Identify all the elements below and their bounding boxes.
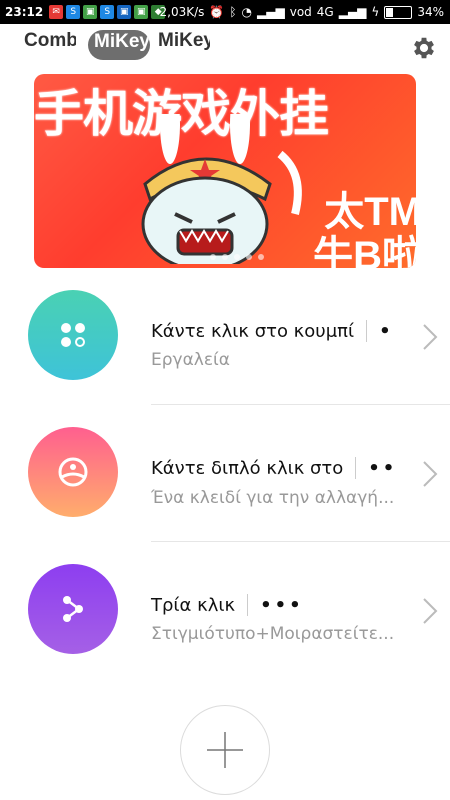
status-time: 23:12 [5,5,44,19]
app-icon: ▣ [83,5,98,19]
promo-banner[interactable]: 手机游戏外挂 太TM 牛B啦 [34,74,416,268]
battery-percent: 34% [417,5,444,19]
signal-icon: ▂▄▆ [257,5,285,19]
gear-icon[interactable] [410,34,438,62]
notification-icons: ✉ S ▣ S ▣ ▣ ◆ [49,5,166,19]
chevron-right-icon [423,324,438,350]
switch-icon-circle [28,427,118,517]
banner-side-line2: 牛B啦 [313,234,416,268]
mail-icon: ✉ [49,5,64,19]
share-icon [63,596,83,622]
status-bar: 23:12 ✉ S ▣ S ▣ ▣ ◆ 2,03K/s ⏰ ᛒ ◔ ▂▄▆ vo… [0,0,450,24]
item-subtitle: Στιγμιότυπο+Μοιραστείτε... [151,624,395,644]
share-icon-circle [28,564,118,654]
tab-mikey[interactable]: MiKey [158,30,210,72]
battery-fill [386,7,394,17]
title-divider [247,594,249,616]
app-icon: ▣ [117,5,132,19]
item-subtitle: Εργαλεία [151,350,231,370]
carrier: vod [289,5,312,19]
title-divider [355,457,357,479]
tools-icon-circle [28,290,118,380]
banner-side-text: 太TM 牛B啦 [313,190,416,268]
carousel-dot [222,254,228,260]
alarm-icon: ⏰ [209,5,225,19]
list-item-single-click[interactable]: Κάντε κλικ στο κουμπί • Εργαλεία [0,268,450,405]
item-title-row: Κάντε διπλό κλικ στο •• [151,457,397,479]
list-item-triple-click[interactable]: Τρία κλικ ••• Στιγμιότυπο+Μοιραστείτε... [0,542,450,678]
signal-icon: ▂▄▆ [338,5,367,19]
grid-dots-icon [61,323,85,347]
carousel-dots [210,254,264,260]
tab-mikey-active[interactable]: MiKey [88,30,150,60]
item-title-row: Κάντε κλικ στο κουμπί • [151,320,394,342]
wifi-icon: ◔ [241,5,253,19]
click-dots: ••• [260,594,304,616]
banner-side-line1: 太TM [324,190,416,234]
carousel-dot [258,254,264,260]
skype-icon: S [66,5,81,19]
network-speed: 2,03K/s [159,5,205,19]
item-title: Κάντε κλικ στο κουμπί [151,320,355,342]
skype-icon: S [100,5,115,19]
list-item-double-click[interactable]: Κάντε διπλό κλικ στο •• Ένα κλειδί για τ… [0,405,450,542]
plus-icon [207,732,243,768]
battery-icon [384,5,413,19]
app-icon: ▣ [134,5,149,19]
image-circle-icon [58,457,88,487]
bluetooth-icon: ᛒ [229,5,237,19]
charging-icon: ϟ [371,5,380,19]
chevron-right-icon [423,461,438,487]
add-button[interactable] [180,705,270,795]
tab-combo[interactable]: Combo [24,30,76,72]
click-dots: •• [368,457,398,479]
item-title-row: Τρία κλικ ••• [151,594,304,616]
item-title: Κάντε διπλό κλικ στο [151,457,344,479]
carousel-dot [210,254,216,260]
tab-bar: Combo MiKey MiKey [24,30,218,74]
chevron-right-icon [423,598,438,624]
carousel-dot [234,254,240,260]
carousel-dot [246,254,252,260]
status-right: 2,03K/s ⏰ ᛒ ◔ ▂▄▆ vod 4G ▂▄▆ ϟ 34% [160,0,445,24]
item-subtitle: Ένα κλειδί για την αλλαγή... [151,488,395,508]
network-type: 4G [316,5,334,19]
title-divider [366,320,368,342]
click-dots: • [379,320,394,342]
item-title: Τρία κλικ [151,594,236,616]
mascot-illustration [141,114,302,264]
